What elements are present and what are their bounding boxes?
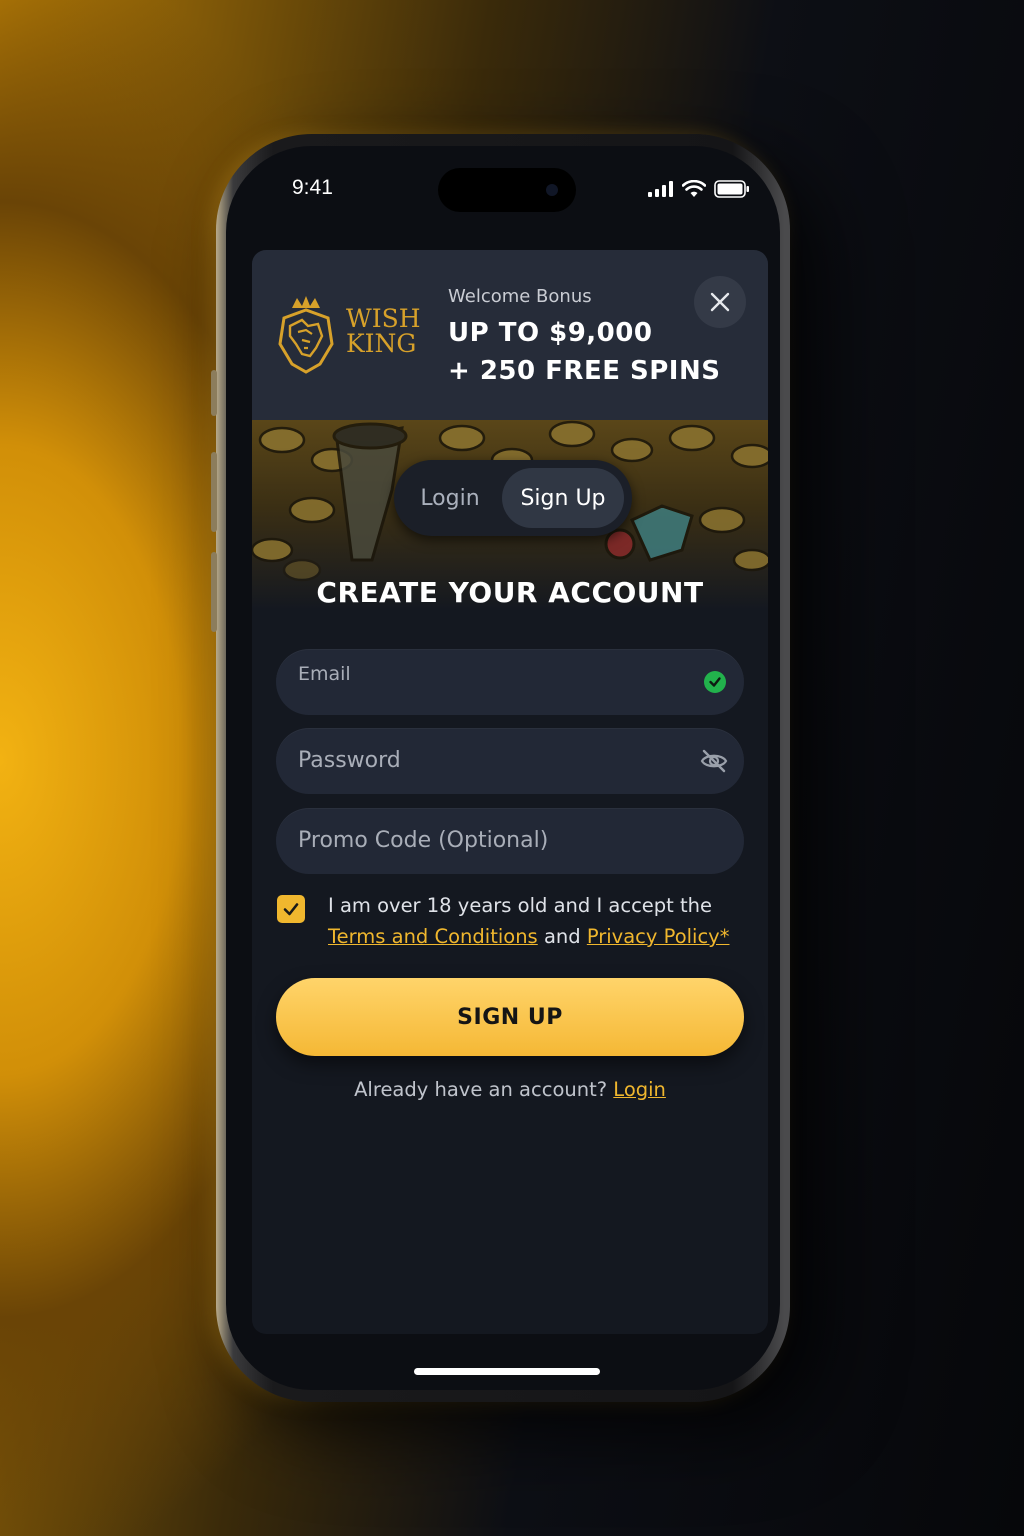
email-label: Email xyxy=(298,663,351,685)
check-circle-icon xyxy=(704,671,726,693)
brand-name-line1: WISH xyxy=(346,304,421,333)
email-field[interactable]: Email xyxy=(276,649,744,715)
terms-link[interactable]: Terms and Conditions xyxy=(328,925,538,948)
brand-name-line2: KING xyxy=(346,329,417,358)
login-link[interactable]: Login xyxy=(613,1078,666,1101)
home-indicator[interactable] xyxy=(414,1368,600,1375)
login-prompt-text: Already have an account? xyxy=(354,1078,608,1101)
signup-modal: WISH KING Welcome Bonus UP TO $9,000 + 2… xyxy=(252,250,768,1334)
wifi-icon xyxy=(682,180,706,197)
bonus-spins: + 250 FREE SPINS xyxy=(448,356,721,386)
consent-and: and xyxy=(543,925,581,948)
consent-statement: I am over 18 years old and I accept the xyxy=(328,894,713,917)
close-icon xyxy=(710,292,730,312)
status-icons xyxy=(648,180,750,198)
brand-logo-text: WISH KING xyxy=(346,306,421,356)
privacy-policy-link[interactable]: Privacy Policy* xyxy=(587,925,730,948)
promo-code-placeholder: Promo Code (Optional) xyxy=(298,828,549,853)
promo-code-field[interactable]: Promo Code (Optional) xyxy=(276,808,744,874)
dynamic-island xyxy=(438,168,576,212)
login-prompt: Already have an account? Login xyxy=(252,1078,768,1101)
status-time: 9:41 xyxy=(292,176,333,199)
signal-icon xyxy=(648,181,673,197)
camera-icon xyxy=(546,184,558,196)
welcome-banner: WISH KING Welcome Bonus UP TO $9,000 + 2… xyxy=(252,250,768,420)
auth-tabs: Login Sign Up xyxy=(394,460,632,536)
checkmark-icon xyxy=(283,903,299,916)
bonus-amount: UP TO $9,000 xyxy=(448,318,653,348)
consent-text: I am over 18 years old and I accept the … xyxy=(328,890,758,952)
lion-crown-logo-icon xyxy=(278,296,334,374)
password-field[interactable]: Password xyxy=(276,728,744,794)
volume-down-button xyxy=(211,552,217,632)
password-placeholder: Password xyxy=(298,748,401,773)
bonus-label: Welcome Bonus xyxy=(448,286,592,307)
tab-signup[interactable]: Sign Up xyxy=(502,468,624,528)
eye-off-icon[interactable] xyxy=(700,748,728,774)
volume-up-button xyxy=(211,452,217,532)
sign-up-button[interactable]: SIGN UP xyxy=(276,978,744,1056)
page-title: CREATE YOUR ACCOUNT xyxy=(316,576,704,609)
battery-icon xyxy=(714,180,749,198)
age-terms-checkbox[interactable] xyxy=(277,895,305,923)
action-button xyxy=(211,370,217,416)
tab-login[interactable]: Login xyxy=(402,468,498,528)
close-button[interactable] xyxy=(694,276,746,328)
